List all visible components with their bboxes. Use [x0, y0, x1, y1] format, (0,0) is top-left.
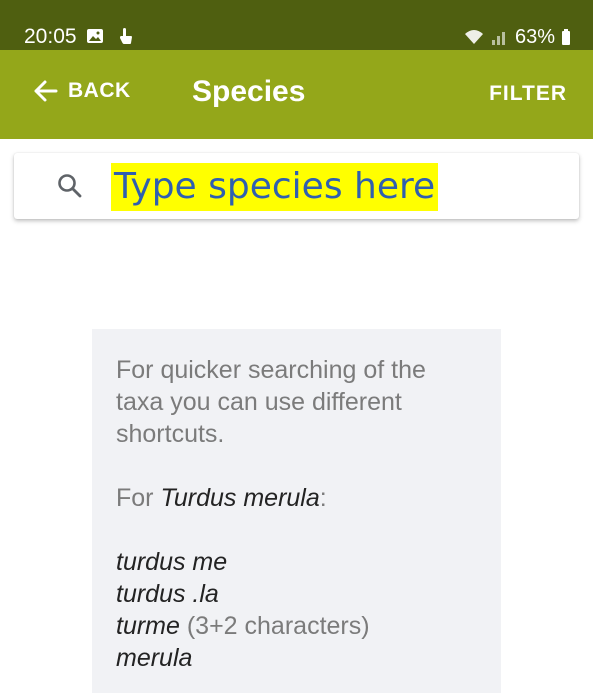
- filter-button[interactable]: FILTER: [489, 82, 567, 106]
- arrow-left-icon: [34, 80, 58, 102]
- page-title: Species: [192, 75, 306, 108]
- search-icon: [58, 174, 82, 198]
- search-bar[interactable]: Type species here: [14, 153, 579, 219]
- status-bar: 20:05 63%: [0, 0, 593, 50]
- search-hint-panel: For quicker searching of the taxa you ca…: [92, 329, 501, 693]
- back-button[interactable]: BACK: [32, 78, 131, 104]
- hint-species-name: Turdus merula: [160, 484, 320, 512]
- hint-shortcut: turdus .la: [116, 580, 219, 608]
- signal-icon: [491, 32, 505, 45]
- hint-intro: For quicker searching of the taxa you ca…: [116, 356, 426, 448]
- hint-shortcut: merula: [116, 644, 193, 672]
- battery-percent: 63%: [514, 26, 555, 48]
- hint-example-species: For Turdus merula:: [116, 484, 327, 512]
- app-bar: BACK Species FILTER: [0, 50, 593, 139]
- search-input[interactable]: Type species here: [111, 163, 439, 211]
- wifi-icon: [464, 30, 483, 44]
- status-time: 20:05: [24, 25, 77, 48]
- status-system-icons: 63%: [463, 25, 571, 49]
- image-icon: [87, 29, 103, 43]
- battery-icon: [562, 29, 570, 45]
- back-label: BACK: [68, 79, 131, 102]
- hint-shortcut: turme (3+2 characters): [116, 612, 370, 640]
- hint-shortcut: turdus me: [116, 548, 228, 576]
- status-notification-icons: [86, 27, 134, 45]
- touch-icon: [120, 28, 132, 44]
